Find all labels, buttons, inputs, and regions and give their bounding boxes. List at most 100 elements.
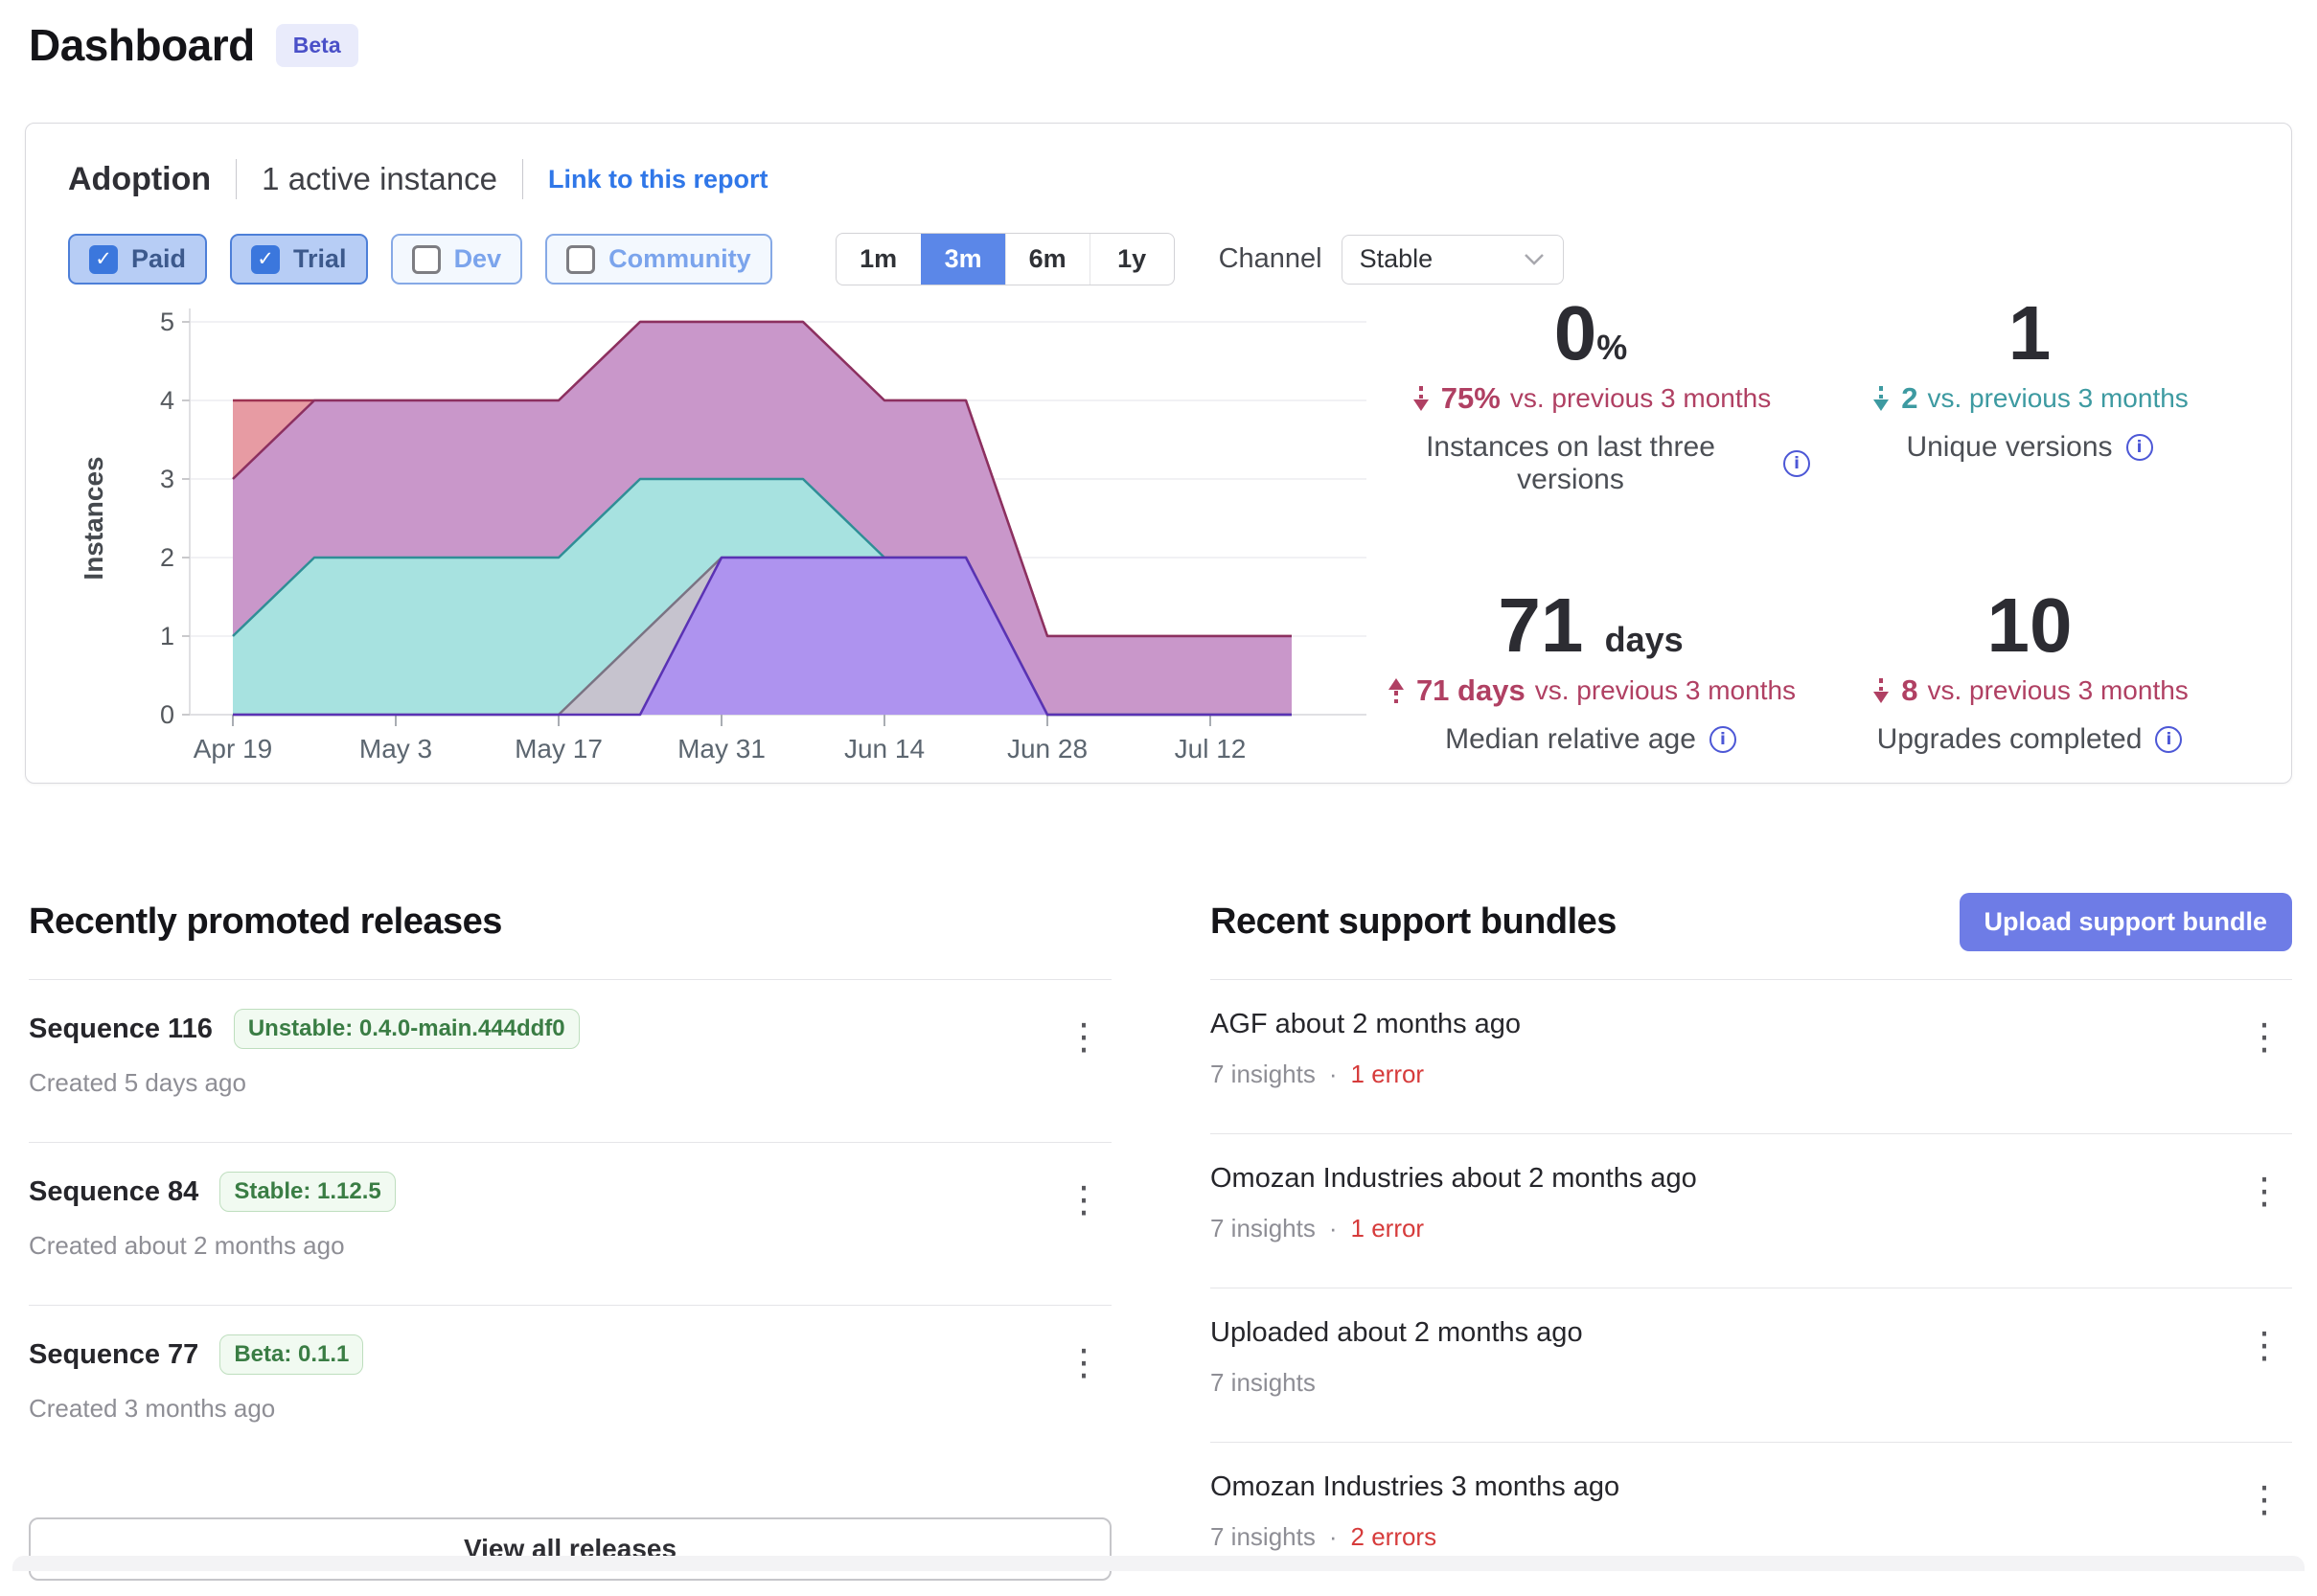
stat-unit: days	[1605, 620, 1684, 659]
stat-unit: %	[1596, 328, 1627, 367]
svg-text:5: 5	[160, 308, 174, 336]
page-header: Dashboard Beta	[29, 19, 358, 71]
svg-text:4: 4	[160, 386, 174, 415]
release-channel-badge: Beta: 0.1.1	[219, 1334, 363, 1375]
range-1y[interactable]: 1y	[1090, 234, 1174, 285]
svg-text:3: 3	[160, 465, 174, 493]
svg-text:Jul 12: Jul 12	[1175, 734, 1247, 764]
stat-label: Instances on last three versions	[1371, 431, 1770, 496]
bundle-row: Uploaded about 2 months ago 7 insights ⋮	[1210, 1288, 2292, 1442]
releases-section: Recently promoted releases Sequence 116 …	[29, 891, 1112, 1581]
bundle-errors: 1 error	[1351, 1214, 1425, 1243]
bundle-row: Omozan Industries 3 months ago 7 insight…	[1210, 1442, 2292, 1596]
kebab-menu-icon[interactable]: ⋮	[1066, 1018, 1102, 1055]
svg-text:0: 0	[160, 700, 174, 729]
bundle-row: AGF about 2 months ago 7 insights · 1 er…	[1210, 979, 2292, 1133]
separator-dot: ·	[1329, 1214, 1338, 1243]
stat-value: 71	[1498, 582, 1583, 668]
bundle-insights: 7 insights	[1210, 1522, 1316, 1552]
filter-paid[interactable]: ✓ Paid	[68, 234, 207, 285]
bundles-heading: Recent support bundles	[1210, 901, 1617, 943]
svg-text:Instances: Instances	[79, 456, 108, 580]
adoption-controls: ✓ Paid ✓ Trial Dev Community 1m 3m 6m 1y…	[68, 233, 2249, 285]
bundle-errors: 1 error	[1351, 1060, 1425, 1089]
filter-dev[interactable]: Dev	[391, 234, 523, 285]
kebab-menu-icon[interactable]: ⋮	[2246, 1327, 2283, 1363]
filter-trial-label: Trial	[293, 244, 347, 274]
filter-community[interactable]: Community	[545, 234, 772, 285]
stat-delta-value: 71 days	[1416, 673, 1526, 708]
bundle-title: Omozan Industries 3 months ago	[1210, 1471, 2292, 1503]
release-title: Sequence 84	[29, 1176, 198, 1208]
stat-value: 0	[1554, 290, 1597, 376]
checkbox-checked-icon: ✓	[89, 245, 118, 274]
bundle-insights: 7 insights	[1210, 1060, 1316, 1089]
kebab-menu-icon[interactable]: ⋮	[2246, 1018, 2283, 1055]
svg-text:2: 2	[160, 543, 174, 572]
upload-support-bundle-button[interactable]: Upload support bundle	[1960, 893, 2292, 951]
range-1m[interactable]: 1m	[837, 234, 921, 285]
arrow-down-dashed-icon	[1870, 383, 1892, 414]
arrow-down-dashed-icon	[1411, 383, 1432, 414]
bundle-title: AGF about 2 months ago	[1210, 1009, 2292, 1040]
stat-delta-note: vs. previous 3 months	[1927, 675, 2188, 706]
bundle-insights: 7 insights	[1210, 1214, 1316, 1243]
adoption-card-header: Adoption 1 active instance Link to this …	[68, 158, 2249, 200]
release-row: Sequence 84 Stable: 1.12.5 Created about…	[29, 1142, 1112, 1305]
arrow-up-dashed-icon	[1386, 675, 1407, 706]
beta-badge: Beta	[276, 24, 358, 67]
info-icon[interactable]: i	[1709, 726, 1736, 753]
release-created: Created 3 months ago	[29, 1394, 1112, 1424]
svg-text:Apr 19: Apr 19	[194, 734, 273, 764]
release-title: Sequence 116	[29, 1014, 213, 1045]
separator-dot: ·	[1329, 1522, 1338, 1552]
stat-delta-note: vs. previous 3 months	[1510, 383, 1771, 414]
info-icon[interactable]: i	[1783, 450, 1810, 477]
time-range-selector: 1m 3m 6m 1y	[836, 233, 1175, 285]
release-title: Sequence 77	[29, 1339, 198, 1371]
divider	[522, 159, 523, 199]
channel-select[interactable]: Stable	[1342, 235, 1564, 285]
filter-trial[interactable]: ✓ Trial	[230, 234, 368, 285]
stat-label: Unique versions	[1906, 431, 2112, 464]
checkbox-checked-icon: ✓	[251, 245, 280, 274]
range-6m[interactable]: 6m	[1005, 234, 1090, 285]
bundle-insights: 7 insights	[1210, 1368, 1316, 1398]
bundle-title: Omozan Industries about 2 months ago	[1210, 1163, 2292, 1195]
view-all-releases-button[interactable]: View all releases	[29, 1517, 1112, 1581]
stat-delta-value: 75%	[1441, 381, 1501, 416]
bundle-errors: 2 errors	[1351, 1522, 1437, 1552]
kebab-menu-icon[interactable]: ⋮	[2246, 1481, 2283, 1517]
adoption-card: Adoption 1 active instance Link to this …	[25, 123, 2292, 784]
stat-median-relative-age: 71 days 71 days vs. previous 3 months Me…	[1371, 585, 1810, 768]
channel-select-value: Stable	[1360, 244, 1434, 274]
stat-label: Upgrades completed	[1877, 723, 2143, 756]
checkbox-unchecked-icon	[412, 245, 441, 274]
info-icon[interactable]: i	[2126, 434, 2153, 461]
stat-value: 1	[2008, 290, 2052, 376]
release-created: Created about 2 months ago	[29, 1231, 1112, 1261]
stat-value: 10	[1987, 582, 2073, 668]
adoption-title: Adoption	[68, 161, 211, 198]
stat-upgrades-completed: 10 8 vs. previous 3 months Upgrades comp…	[1810, 585, 2249, 768]
separator-dot: ·	[1329, 1060, 1338, 1089]
stat-delta-note: vs. previous 3 months	[1927, 383, 2188, 414]
svg-text:1: 1	[160, 622, 174, 650]
adoption-stats: 0% 75% vs. previous 3 months Instances o…	[1371, 291, 2249, 768]
filter-paid-label: Paid	[131, 244, 186, 274]
kebab-menu-icon[interactable]: ⋮	[1066, 1181, 1102, 1218]
stat-delta-value: 2	[1901, 381, 1917, 416]
release-channel-badge: Stable: 1.12.5	[219, 1172, 395, 1212]
link-to-report[interactable]: Link to this report	[548, 165, 769, 194]
page-title: Dashboard	[29, 19, 255, 71]
kebab-menu-icon[interactable]: ⋮	[2246, 1173, 2283, 1209]
svg-text:Jun 28: Jun 28	[1007, 734, 1088, 764]
info-icon[interactable]: i	[2155, 726, 2182, 753]
divider	[236, 159, 237, 199]
svg-text:May 3: May 3	[359, 734, 432, 764]
kebab-menu-icon[interactable]: ⋮	[1066, 1344, 1102, 1380]
range-3m[interactable]: 3m	[921, 234, 1005, 285]
svg-text:May 17: May 17	[515, 734, 603, 764]
bundle-row: Omozan Industries about 2 months ago 7 i…	[1210, 1133, 2292, 1288]
checkbox-unchecked-icon	[566, 245, 595, 274]
